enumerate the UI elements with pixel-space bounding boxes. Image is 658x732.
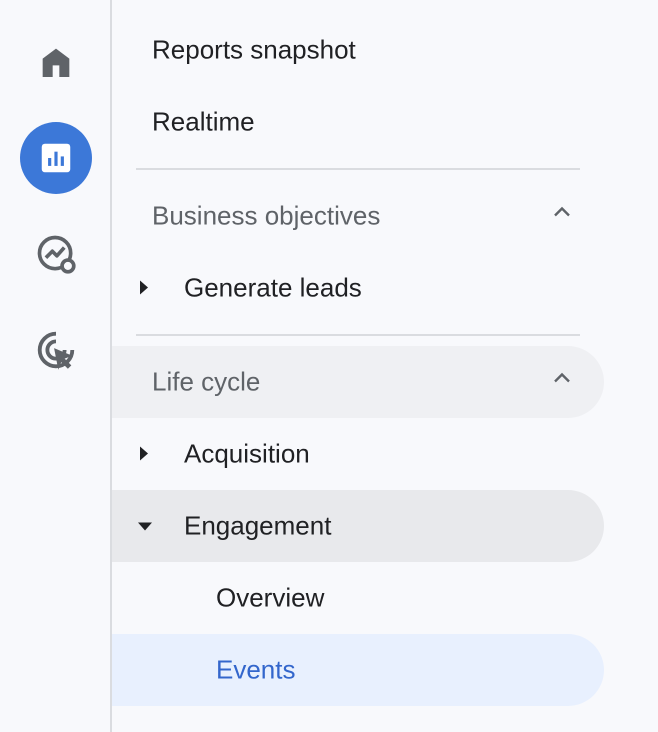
section-life-cycle[interactable]: Life cycle <box>112 346 604 418</box>
caret-right-icon <box>136 273 152 304</box>
home-icon <box>36 42 76 82</box>
nav-item-realtime[interactable]: Realtime <box>112 86 604 158</box>
nav-item-label: Events <box>216 654 296 685</box>
nav-item-generate-leads[interactable]: Generate leads <box>112 252 604 324</box>
chevron-up-icon <box>550 201 574 232</box>
caret-down-icon <box>136 511 154 542</box>
explore-button[interactable] <box>20 218 92 290</box>
chevron-up-icon <box>550 367 574 398</box>
divider <box>136 334 580 336</box>
advertising-icon <box>33 327 79 373</box>
nav-item-acquisition[interactable]: Acquisition <box>112 418 604 490</box>
nav-item-events[interactable]: Events <box>112 634 604 706</box>
nav-item-label: Acquisition <box>184 438 310 469</box>
nav-item-label: Engagement <box>184 510 332 541</box>
icon-rail <box>0 0 110 732</box>
nav-item-label: Realtime <box>152 106 255 137</box>
nav-item-label: Reports snapshot <box>152 34 356 65</box>
nav-item-reports-snapshot[interactable]: Reports snapshot <box>112 14 604 86</box>
section-label: Business objectives <box>152 200 381 231</box>
nav-item-label: Generate leads <box>184 272 362 303</box>
nav-item-overview[interactable]: Overview <box>112 562 604 634</box>
reports-button[interactable] <box>20 122 92 194</box>
nav-item-engagement[interactable]: Engagement <box>112 490 604 562</box>
section-business-objectives[interactable]: Business objectives <box>112 180 604 252</box>
section-label: Life cycle <box>152 366 261 397</box>
explore-icon <box>34 232 78 276</box>
reports-nav: Reports snapshot Realtime Business objec… <box>112 0 658 732</box>
advertising-button[interactable] <box>20 314 92 386</box>
nav-item-label: Overview <box>216 582 325 613</box>
divider <box>136 168 580 170</box>
reports-icon <box>37 139 75 177</box>
caret-right-icon <box>136 439 152 470</box>
home-button[interactable] <box>20 26 92 98</box>
